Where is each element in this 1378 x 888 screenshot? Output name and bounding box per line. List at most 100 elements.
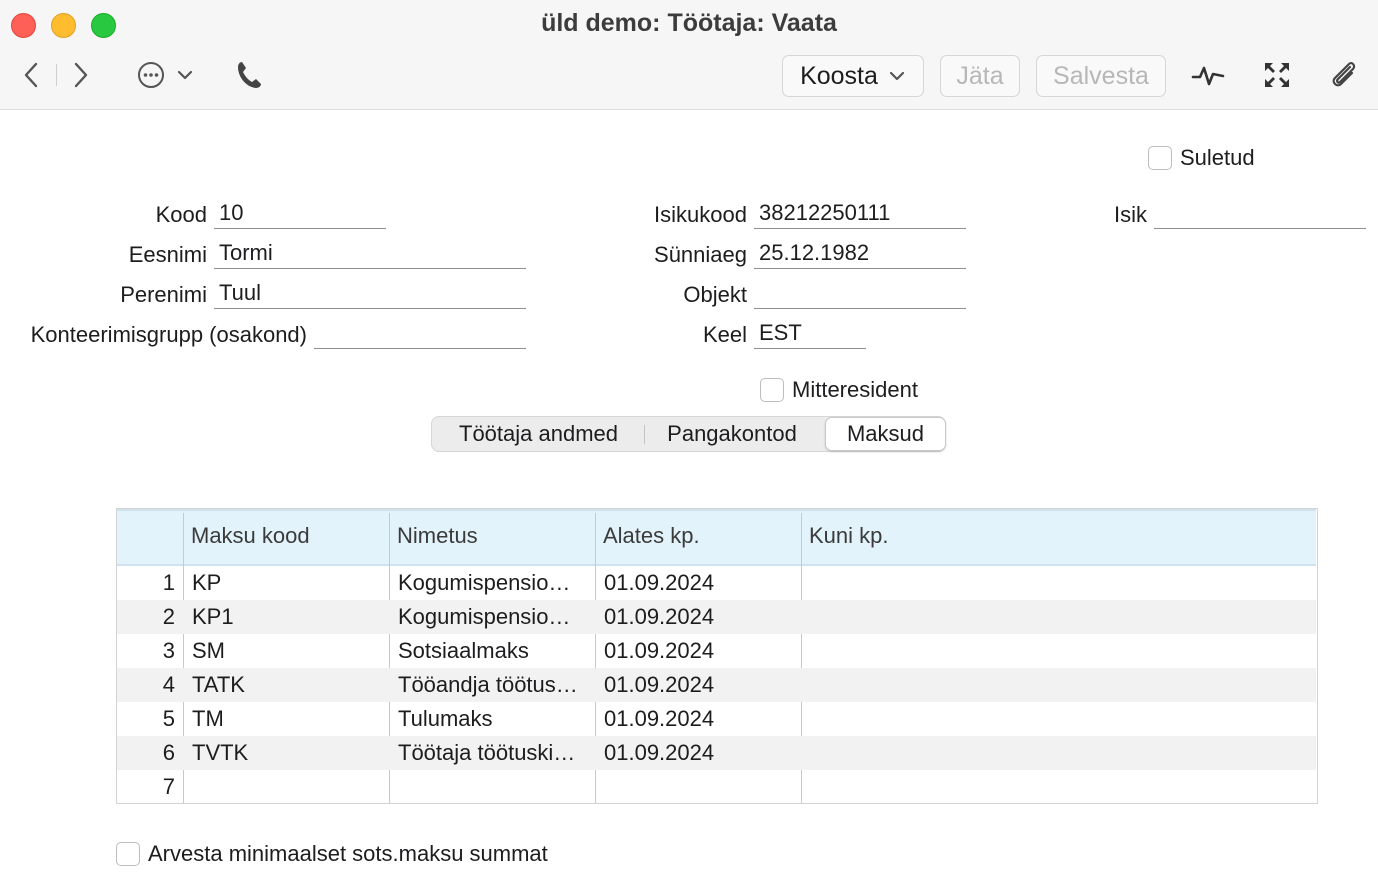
row-number-cell[interactable]: 4 — [117, 668, 175, 702]
maksu-kood-cell[interactable]: TM — [192, 702, 382, 736]
nimetus-cell[interactable]: Kogumispensio… — [398, 600, 588, 634]
column-header-kuni[interactable]: Kuni kp. — [802, 511, 1102, 564]
fullscreen-button[interactable] — [1259, 58, 1295, 92]
maksu-kood-cell[interactable] — [192, 770, 382, 804]
back-button[interactable] — [16, 58, 46, 92]
column-header-maksu-kood[interactable]: Maksu kood — [184, 511, 389, 564]
row-number-cell[interactable]: 6 — [117, 736, 175, 770]
maksu-kood-cell[interactable]: SM — [192, 634, 382, 668]
jata-label: Jäta — [956, 61, 1004, 90]
objekt-label: Objekt — [683, 282, 747, 307]
nimetus-cell[interactable]: Tulumaks — [398, 702, 588, 736]
salvesta-button[interactable]: Salvesta — [1036, 55, 1166, 97]
nimetus-cell[interactable]: Tööandja töötus… — [398, 668, 588, 702]
row-number-cell[interactable]: 2 — [117, 600, 175, 634]
maksud-table: Maksu kood Nimetus Alates kp. Kuni kp. 1… — [116, 508, 1318, 804]
kuni-cell[interactable] — [810, 566, 1110, 600]
tab-bar: Töötaja andmed Pangakontod Maksud — [431, 416, 946, 452]
table-row[interactable]: 5 TM Tulumaks 01.09.2024 — [117, 702, 1316, 736]
more-actions-button[interactable] — [134, 58, 196, 92]
row-number-cell[interactable]: 1 — [117, 566, 175, 600]
alates-cell[interactable]: 01.09.2024 — [604, 600, 794, 634]
chevron-left-icon — [24, 62, 38, 88]
perenimi-field[interactable]: Tuul — [214, 279, 526, 309]
arvesta-checkbox[interactable] — [116, 842, 140, 866]
eesnimi-label: Eesnimi — [128, 242, 207, 267]
nav-divider — [56, 64, 57, 86]
perenimi-label: Perenimi — [120, 282, 207, 307]
maksu-kood-cell[interactable]: KP — [192, 566, 382, 600]
eesnimi-field[interactable]: Tormi — [214, 239, 526, 269]
alates-cell[interactable]: 01.09.2024 — [604, 736, 794, 770]
forward-button[interactable] — [66, 58, 96, 92]
tab-pangakontod[interactable]: Pangakontod — [646, 417, 818, 451]
nimetus-cell[interactable]: Sotsiaalmaks — [398, 634, 588, 668]
konteerimisgrupp-label: Konteerimisgrupp (osakond) — [30, 322, 307, 347]
table-row[interactable]: 1 KP Kogumispensio… 01.09.2024 — [117, 566, 1316, 600]
expand-arrows-icon — [1265, 63, 1289, 87]
table-row[interactable]: 2 KP1 Kogumispensio… 01.09.2024 — [117, 600, 1316, 634]
table-row[interactable]: 6 TVTK Töötaja töötuski… 01.09.2024 — [117, 736, 1316, 770]
phone-icon — [238, 62, 261, 88]
alates-cell[interactable] — [604, 770, 794, 804]
jata-button[interactable]: Jäta — [940, 55, 1020, 97]
row-number-cell[interactable]: 7 — [117, 770, 175, 804]
alates-cell[interactable]: 01.09.2024 — [604, 668, 794, 702]
isik-field[interactable] — [1154, 199, 1366, 229]
keel-field[interactable]: EST — [754, 319, 866, 349]
objekt-field[interactable] — [754, 279, 966, 309]
kuni-cell[interactable] — [810, 702, 1110, 736]
konteerimisgrupp-field[interactable] — [314, 319, 526, 349]
attachment-button[interactable] — [1326, 58, 1362, 92]
sunniaeg-field[interactable]: 25.12.1982 — [754, 239, 966, 269]
row-number-cell[interactable]: 5 — [117, 702, 175, 736]
maksu-kood-cell[interactable]: KP1 — [192, 600, 382, 634]
isik-label: Isik — [1114, 202, 1147, 227]
table-header: Maksu kood Nimetus Alates kp. Kuni kp. — [117, 509, 1316, 566]
tab-maksud[interactable]: Maksud — [825, 417, 946, 451]
nimetus-cell[interactable]: Kogumispensio… — [398, 566, 588, 600]
keel-label: Keel — [702, 322, 747, 347]
paperclip-icon — [1332, 62, 1356, 87]
kood-label: Kood — [155, 202, 207, 227]
sunniaeg-label: Sünniaeg — [654, 242, 747, 267]
tab-tootaja-andmed[interactable]: Töötaja andmed — [436, 417, 641, 451]
activity-pulse-icon — [1191, 66, 1225, 86]
maksu-kood-cell[interactable]: TATK — [192, 668, 382, 702]
isikukood-label: Isikukood — [654, 202, 747, 227]
table-row[interactable]: 7 — [117, 770, 1316, 804]
title-bar: üld demo: Töötaja: Vaata Koosta Jäta Sal… — [0, 0, 1378, 110]
tab-separator — [644, 425, 645, 444]
chevron-down-icon — [177, 70, 193, 80]
salvesta-label: Salvesta — [1053, 61, 1149, 90]
chevron-down-icon — [889, 71, 905, 81]
suletud-checkbox[interactable] — [1148, 146, 1172, 170]
column-header-alates[interactable]: Alates kp. — [596, 511, 801, 564]
arvesta-label: Arvesta minimaalset sots.maksu summat — [148, 841, 548, 866]
window-title: üld demo: Töötaja: Vaata — [541, 9, 837, 37]
maksu-kood-cell[interactable]: TVTK — [192, 736, 382, 770]
table-row[interactable]: 3 SM Sotsiaalmaks 01.09.2024 — [117, 634, 1316, 668]
ellipsis-circle-icon — [138, 62, 164, 88]
chevron-right-icon — [74, 62, 88, 88]
koosta-button[interactable]: Koosta — [782, 55, 924, 97]
kuni-cell[interactable] — [810, 634, 1110, 668]
kood-field[interactable]: 10 — [214, 199, 386, 229]
nimetus-cell[interactable] — [398, 770, 588, 804]
kuni-cell[interactable] — [810, 600, 1110, 634]
alates-cell[interactable]: 01.09.2024 — [604, 702, 794, 736]
kuni-cell[interactable] — [810, 736, 1110, 770]
phone-button[interactable] — [232, 58, 266, 92]
koosta-label: Koosta — [800, 61, 878, 90]
row-number-cell[interactable]: 3 — [117, 634, 175, 668]
mitteresident-checkbox[interactable] — [760, 378, 784, 402]
kuni-cell[interactable] — [810, 668, 1110, 702]
kuni-cell[interactable] — [810, 770, 1110, 804]
nimetus-cell[interactable]: Töötaja töötuski… — [398, 736, 588, 770]
column-header-nimetus[interactable]: Nimetus — [390, 511, 595, 564]
isikukood-field[interactable]: 38212250111 — [754, 199, 966, 229]
alates-cell[interactable]: 01.09.2024 — [604, 634, 794, 668]
activity-button[interactable] — [1190, 58, 1226, 92]
alates-cell[interactable]: 01.09.2024 — [604, 566, 794, 600]
table-row[interactable]: 4 TATK Tööandja töötus… 01.09.2024 — [117, 668, 1316, 702]
